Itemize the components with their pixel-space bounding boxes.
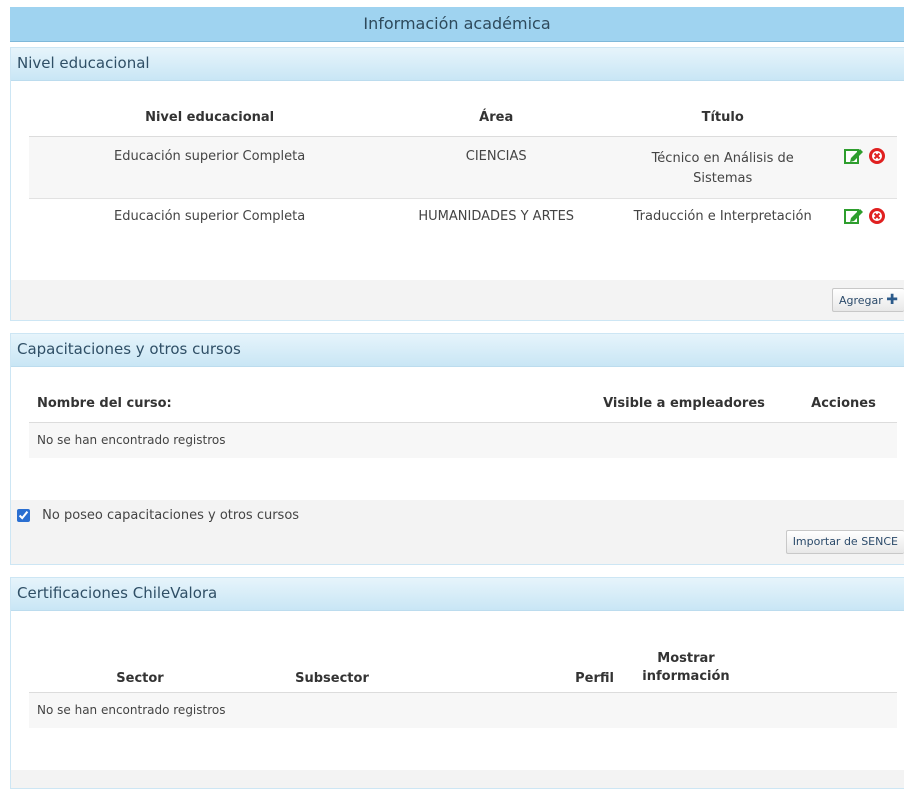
import-sence-button[interactable]: Importar de SENCE [785,530,904,554]
cursos-panel: Capacitaciones y otros cursos Nombre del… [10,333,904,565]
certificaciones-title: Certificaciones ChileValora [11,578,904,611]
cell-titulo: Traducción e Interpretación [633,208,812,224]
nivel-educacional-title: Nivel educacional [11,48,904,81]
certs-table: Sector Subsector Perfil Mostrar informac… [29,636,897,728]
col-mostrar: Mostrar información [642,650,730,684]
certs-footer [11,770,904,788]
col-nivel: Nivel educacional [145,110,275,126]
empty-message: No se han encontrado registros [37,433,226,448]
col-titulo: Título [701,110,744,126]
table-row: Educación superior Completa CIENCIAS Téc… [29,136,897,198]
col-visible: Visible a empleadores [603,396,765,412]
cursos-title: Capacitaciones y otros cursos [11,334,904,367]
edit-icon[interactable] [844,207,864,225]
cell-area: CIENCIAS [465,148,527,164]
col-area: Área [479,110,514,126]
add-button-label: Agregar [838,294,883,307]
cursos-footer: No poseo capacitaciones y otros cursos I… [11,500,904,564]
edit-icon[interactable] [844,147,864,165]
plus-icon: ✚ [886,292,898,308]
col-actions [843,100,897,136]
col-empty [757,636,897,692]
cell-nivel: Educación superior Completa [114,148,306,164]
row-actions [843,198,897,238]
nivel-table: Nivel educacional Área Título Educación … [29,100,897,238]
no-cursos-checkbox[interactable] [17,509,30,522]
delete-icon[interactable] [868,147,886,165]
nivel-educacional-panel: Nivel educacional Nivel educacional Área… [10,47,904,321]
col-acciones: Acciones [811,396,876,412]
certificaciones-panel: Certificaciones ChileValora Sector Subse… [10,577,904,789]
cell-titulo: Técnico en Análisis de Sistemas [651,150,794,186]
col-nombre-curso: Nombre del curso: [37,396,172,412]
no-cursos-checkbox-row[interactable]: No poseo capacitaciones y otros cursos [17,508,299,523]
table-row: Educación superior Completa HUMANIDADES … [29,198,897,238]
col-sector: Sector [116,670,164,686]
nivel-footer: Agregar ✚ [11,280,904,320]
empty-message: No se han encontrado registros [37,703,226,718]
col-subsector: Subsector [295,670,369,686]
add-button[interactable]: Agregar ✚ [831,288,904,312]
col-perfil: Perfil [575,670,614,686]
table-row: No se han encontrado registros [29,422,897,458]
table-row: No se han encontrado registros [29,692,897,728]
cursos-table: Nombre del curso: Visible a empleadores … [29,386,897,458]
delete-icon[interactable] [868,207,886,225]
page-title: Información académica [10,7,904,42]
cell-area: HUMANIDADES Y ARTES [418,208,575,224]
row-actions [843,136,897,198]
no-cursos-label: No poseo capacitaciones y otros cursos [42,508,300,523]
cell-nivel: Educación superior Completa [114,208,306,224]
